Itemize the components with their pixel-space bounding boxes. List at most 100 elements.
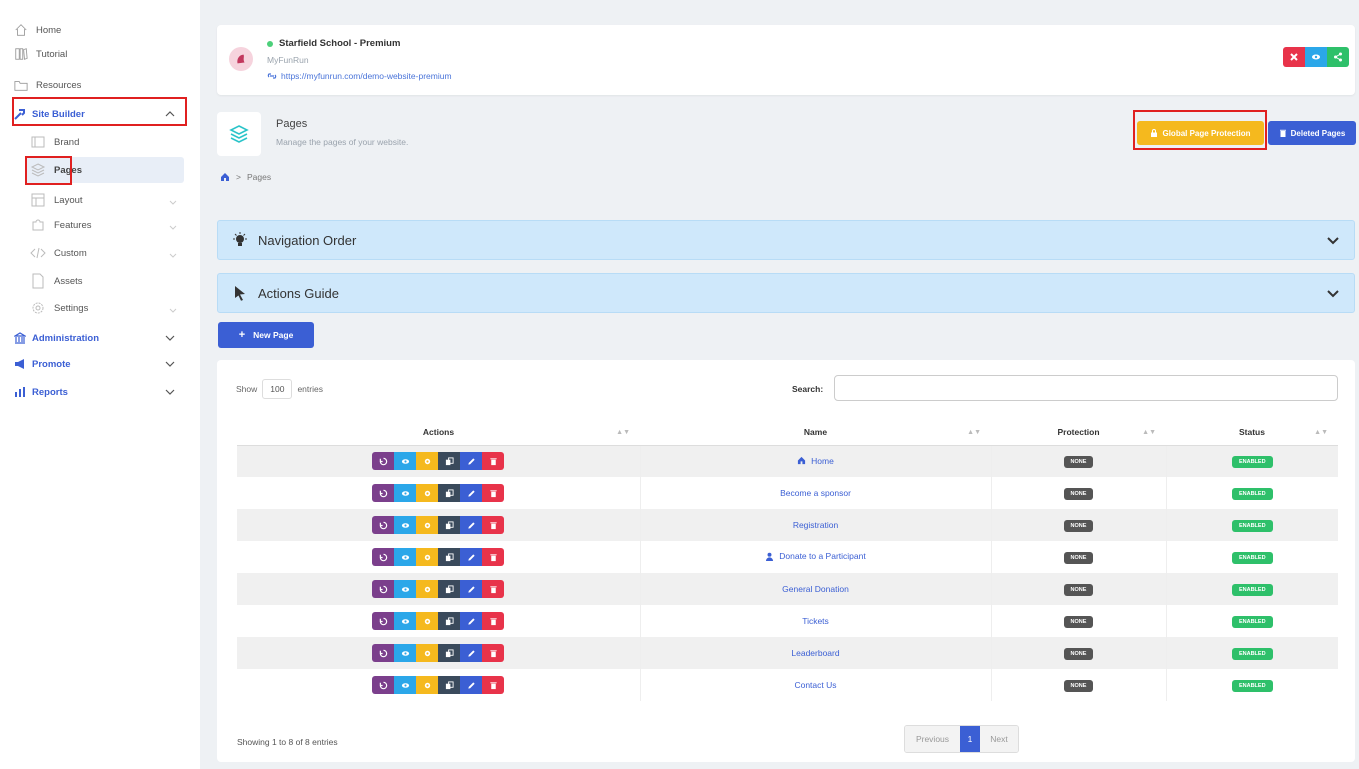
edit-button[interactable]: [460, 548, 483, 566]
edit-button[interactable]: [460, 676, 483, 694]
sidebar-item-tutorial[interactable]: Tutorial: [14, 43, 67, 65]
actions-cell: [237, 573, 641, 605]
edit-button[interactable]: [460, 580, 483, 598]
sidebar-item-assets[interactable]: Assets: [30, 270, 83, 292]
delete-button[interactable]: [482, 516, 505, 534]
chevron-down-icon[interactable]: [168, 303, 178, 313]
duplicate-button[interactable]: [438, 452, 461, 471]
history-button[interactable]: [372, 548, 395, 566]
view-button[interactable]: [394, 516, 417, 534]
duplicate-button[interactable]: [438, 548, 461, 566]
duplicate-button[interactable]: [438, 516, 461, 534]
deleted-pages-button[interactable]: Deleted Pages: [1268, 121, 1356, 145]
page-1-button[interactable]: 1: [960, 726, 980, 752]
history-button[interactable]: [372, 676, 395, 694]
page-name-link[interactable]: Contact Us: [794, 680, 836, 690]
edit-button[interactable]: [460, 484, 483, 502]
delete-button[interactable]: [482, 548, 505, 566]
actions-guide-accordion[interactable]: Actions Guide: [217, 273, 1355, 313]
sidebar-item-custom[interactable]: Custom: [30, 242, 87, 264]
settings-button[interactable]: [416, 644, 439, 662]
sidebar-item-layout[interactable]: Layout: [30, 189, 83, 211]
sidebar-section-administration[interactable]: Administration: [14, 327, 190, 349]
delete-button[interactable]: [482, 452, 505, 471]
edit-button[interactable]: [460, 612, 483, 630]
sidebar-item-label: Layout: [54, 194, 83, 206]
view-button[interactable]: [394, 580, 417, 598]
sidebar-item-features[interactable]: Features: [30, 214, 92, 236]
chevron-down-icon[interactable]: [168, 195, 178, 205]
history-button[interactable]: [372, 644, 395, 662]
page-name-link[interactable]: Leaderboard: [791, 648, 839, 658]
sidebar-section-reports[interactable]: Reports: [14, 381, 190, 403]
duplicate-button[interactable]: [438, 612, 461, 630]
view-button[interactable]: [394, 644, 417, 662]
column-header-name[interactable]: Name ▲▼: [640, 420, 991, 446]
history-button[interactable]: [372, 452, 395, 471]
history-button[interactable]: [372, 612, 395, 630]
column-header-protection[interactable]: Protection ▲▼: [991, 420, 1166, 446]
settings-button[interactable]: [416, 676, 439, 694]
settings-button[interactable]: [416, 612, 439, 630]
page-name-link[interactable]: Registration: [793, 520, 838, 530]
page-name-link[interactable]: Home: [797, 456, 834, 466]
column-header-status[interactable]: Status ▲▼: [1166, 420, 1338, 446]
delete-button[interactable]: [482, 580, 505, 598]
sidebar-item-brand[interactable]: Brand: [30, 131, 79, 153]
sidebar-item-resources[interactable]: Resources: [14, 74, 81, 96]
close-site-button[interactable]: [1283, 47, 1305, 67]
chevron-down-icon: [1326, 287, 1340, 301]
settings-button[interactable]: [416, 484, 439, 502]
view-button[interactable]: [394, 484, 417, 502]
view-site-button[interactable]: [1305, 47, 1327, 67]
edit-button[interactable]: [460, 452, 483, 471]
entries-select[interactable]: 100: [262, 379, 293, 399]
table-row: Tickets NONE ENABLED: [237, 605, 1338, 637]
history-button[interactable]: [372, 580, 395, 598]
previous-page-button[interactable]: Previous: [905, 726, 960, 752]
view-button[interactable]: [394, 676, 417, 694]
share-site-button[interactable]: [1327, 47, 1349, 67]
duplicate-button[interactable]: [438, 644, 461, 662]
chevron-down-icon[interactable]: [168, 220, 178, 230]
sidebar-item-settings[interactable]: Settings: [30, 297, 88, 319]
page-name-link[interactable]: Tickets: [802, 616, 829, 626]
duplicate-button[interactable]: [438, 484, 461, 502]
sidebar-section-promote[interactable]: Promote: [14, 353, 190, 375]
sidebar-item-home[interactable]: Home: [14, 19, 61, 41]
delete-button[interactable]: [482, 612, 505, 630]
view-button[interactable]: [394, 452, 417, 471]
edit-button[interactable]: [460, 644, 483, 662]
site-url-link[interactable]: https://myfunrun.com/demo-website-premiu…: [267, 71, 452, 81]
page-name-link[interactable]: General Donation: [782, 584, 849, 594]
edit-button[interactable]: [460, 516, 483, 534]
search-input[interactable]: [834, 375, 1338, 401]
column-header-actions[interactable]: Actions ▲▼: [237, 420, 640, 446]
page-name-link[interactable]: Donate to a Participant: [765, 551, 866, 561]
name-cell: Leaderboard: [640, 637, 992, 669]
settings-button[interactable]: [416, 452, 439, 471]
settings-button[interactable]: [416, 580, 439, 598]
history-button[interactable]: [372, 484, 395, 502]
duplicate-button[interactable]: [438, 676, 461, 694]
delete-button[interactable]: [482, 644, 505, 662]
settings-button[interactable]: [416, 548, 439, 566]
page-name-link[interactable]: Become a sponsor: [780, 488, 851, 498]
navigation-order-accordion[interactable]: Navigation Order: [217, 220, 1355, 260]
pencil-icon: [468, 617, 475, 625]
delete-button[interactable]: [482, 676, 505, 694]
view-button[interactable]: [394, 612, 417, 630]
settings-button[interactable]: [416, 516, 439, 534]
status-cell: ENABLED: [1166, 637, 1338, 669]
bank-icon: [14, 332, 26, 344]
chart-icon: [14, 386, 26, 398]
home-icon[interactable]: [220, 172, 230, 182]
view-button[interactable]: [394, 548, 417, 566]
next-page-button[interactable]: Next: [980, 726, 1018, 752]
new-page-button[interactable]: + New Page: [218, 322, 314, 348]
duplicate-button[interactable]: [438, 580, 461, 598]
delete-button[interactable]: [482, 484, 505, 502]
history-button[interactable]: [372, 516, 395, 534]
protection-badge: NONE: [1063, 647, 1094, 660]
chevron-down-icon[interactable]: [168, 248, 178, 258]
